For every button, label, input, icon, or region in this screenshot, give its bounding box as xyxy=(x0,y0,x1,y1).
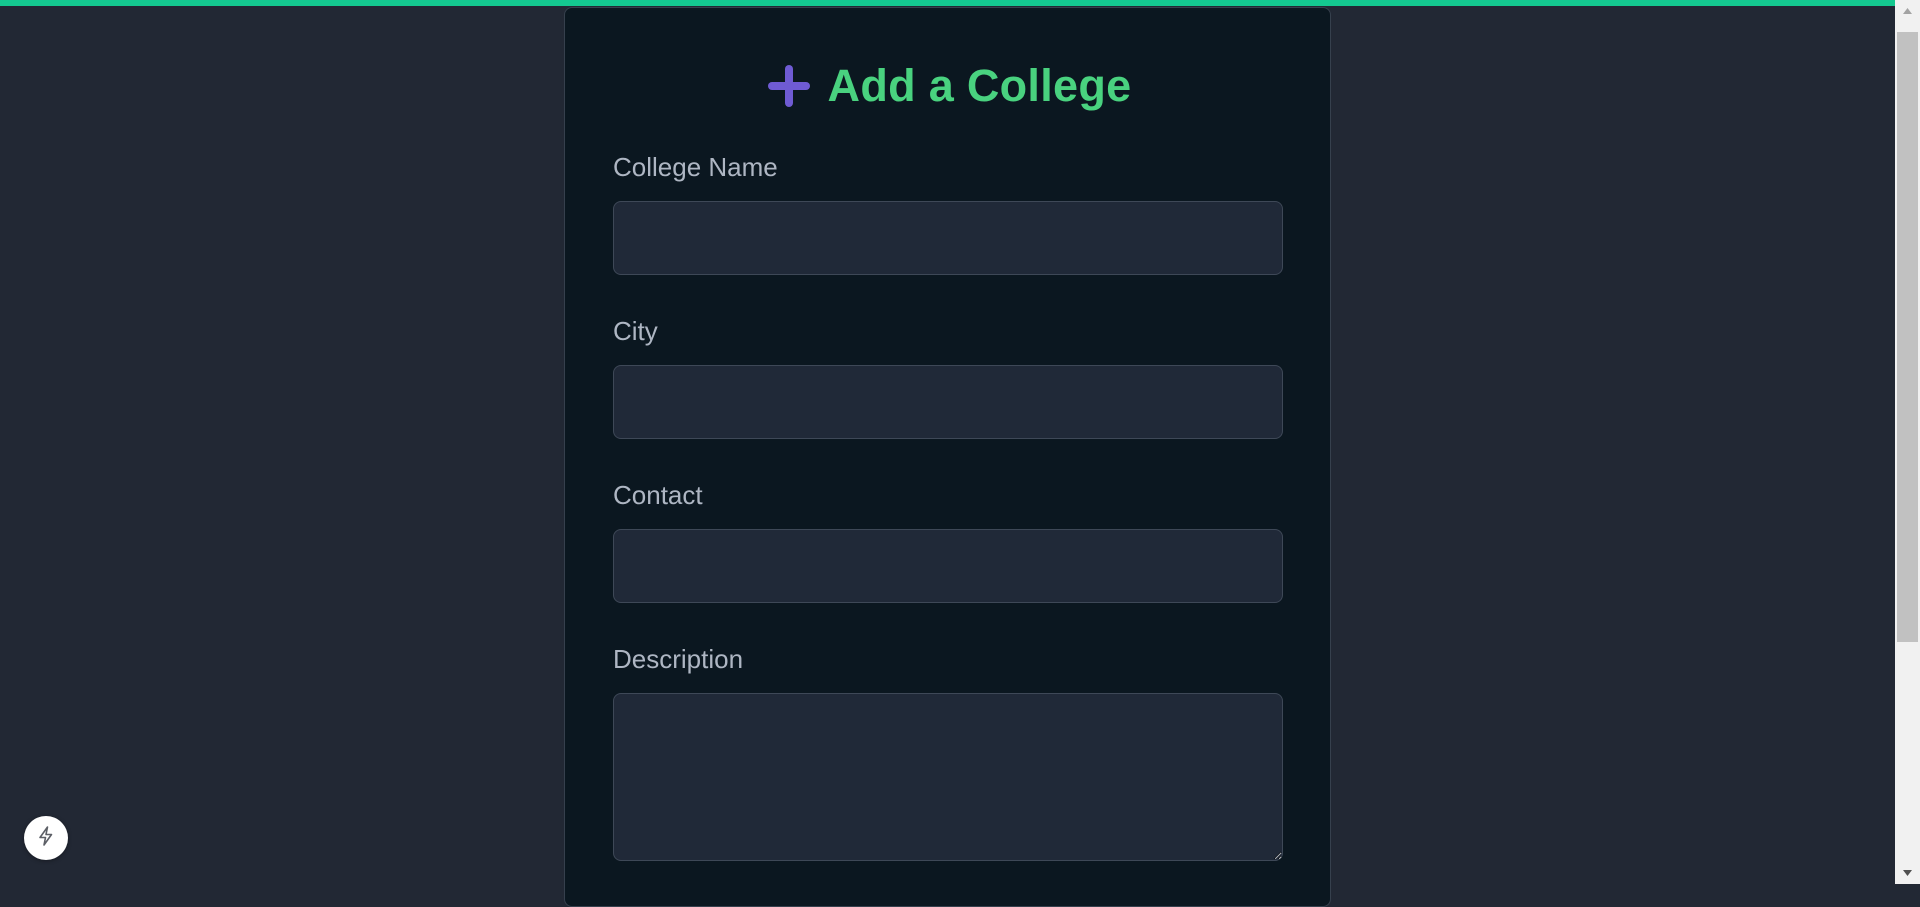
scrollbar-thumb[interactable] xyxy=(1897,32,1918,642)
scroll-down-arrow-icon[interactable] xyxy=(1895,862,1920,884)
quick-action-button[interactable] xyxy=(24,816,68,860)
contact-input[interactable] xyxy=(613,529,1283,603)
city-input[interactable] xyxy=(613,365,1283,439)
college-name-label: College Name xyxy=(613,152,778,182)
description-textarea[interactable] xyxy=(613,693,1283,861)
add-college-form: Add a College College Name City Contact … xyxy=(564,7,1331,907)
vertical-scrollbar[interactable] xyxy=(1895,0,1920,884)
plus-icon xyxy=(766,63,812,109)
city-label: City xyxy=(613,316,658,346)
lightning-bolt-icon xyxy=(35,825,57,852)
form-header: Add a College xyxy=(565,60,1332,112)
scroll-up-arrow-icon[interactable] xyxy=(1895,0,1920,22)
form-title: Add a College xyxy=(827,60,1132,111)
description-label: Description xyxy=(613,644,744,674)
top-accent-bar xyxy=(0,0,1920,6)
contact-label: Contact xyxy=(613,480,703,510)
college-name-input[interactable] xyxy=(613,201,1283,275)
